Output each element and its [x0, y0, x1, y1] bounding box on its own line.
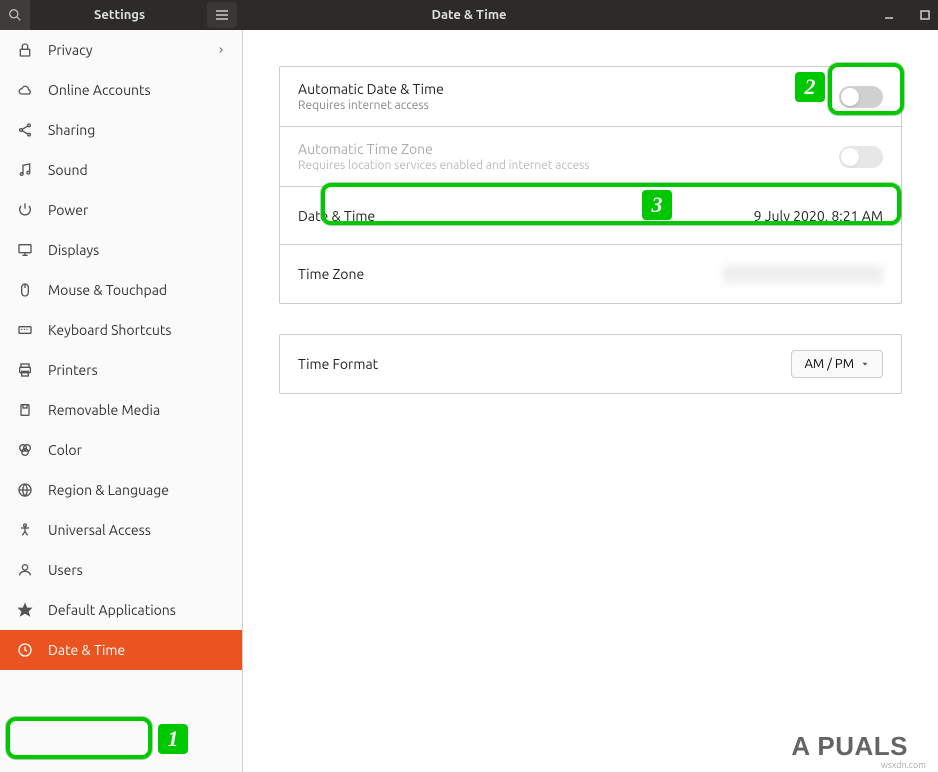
sidebar-item-removable-media[interactable]: Removable Media	[0, 390, 242, 430]
sidebar-item-label: Printers	[48, 362, 98, 378]
sidebar-item-label: Date & Time	[48, 642, 125, 658]
sidebar-item-label: Region & Language	[48, 482, 169, 498]
sidebar-item-color[interactable]: Color	[0, 430, 242, 470]
sidebar-item-label: Keyboard Shortcuts	[48, 322, 171, 338]
sidebar-item-label: Online Accounts	[48, 82, 151, 98]
sidebar-item-label: Sharing	[48, 122, 95, 138]
hamburger-icon	[215, 9, 229, 21]
sidebar-item-privacy[interactable]: Privacy	[0, 30, 242, 70]
sidebar-item-displays[interactable]: Displays	[0, 230, 242, 270]
sidebar-item-default-apps[interactable]: Default Applications	[0, 590, 242, 630]
row-text: Automatic Date & Time Requires internet …	[298, 81, 444, 112]
sidebar-item-label: Color	[48, 442, 82, 458]
sidebar-item-universal-access[interactable]: Universal Access	[0, 510, 242, 550]
auto-timezone-row: Automatic Time Zone Requires location se…	[280, 127, 901, 187]
sidebar-item-label: Privacy	[48, 42, 92, 58]
auto-datetime-sub: Requires internet access	[298, 99, 444, 112]
page-title: Date & Time	[431, 8, 506, 22]
auto-datetime-toggle[interactable]	[839, 86, 883, 108]
main-container: Privacy Online Accounts Sharing Sound Po…	[0, 30, 938, 772]
search-icon	[8, 8, 22, 22]
timeformat-row: Time Format AM / PM	[280, 335, 901, 393]
sidebar-item-label: Default Applications	[48, 602, 176, 618]
auto-datetime-title: Automatic Date & Time	[298, 81, 444, 97]
sidebar-item-label: Displays	[48, 242, 99, 258]
datetime-panel: Automatic Date & Time Requires internet …	[279, 66, 902, 304]
share-icon	[16, 122, 34, 138]
music-icon	[16, 162, 34, 178]
keyboard-icon	[16, 322, 34, 338]
search-button[interactable]	[0, 0, 30, 30]
display-icon	[16, 242, 34, 258]
window-controls	[884, 10, 930, 20]
auto-timezone-title: Automatic Time Zone	[298, 141, 590, 157]
sidebar-item-printers[interactable]: Printers	[0, 350, 242, 390]
color-icon	[16, 442, 34, 458]
user-icon	[16, 562, 34, 578]
datetime-title: Date & Time	[298, 208, 375, 224]
timezone-title: Time Zone	[298, 266, 364, 282]
watermark-sub: wsxdn.com	[881, 760, 926, 770]
sidebar-item-sharing[interactable]: Sharing	[0, 110, 242, 150]
format-panel: Time Format AM / PM	[279, 334, 902, 394]
power-icon	[16, 202, 34, 218]
media-icon	[16, 402, 34, 418]
mouse-icon	[16, 282, 34, 298]
chevron-right-icon	[216, 45, 226, 55]
sidebar-item-online-accounts[interactable]: Online Accounts	[0, 70, 242, 110]
datetime-value: 9 July 2020, 8:21 AM	[754, 208, 883, 224]
main-panel: Automatic Date & Time Requires internet …	[243, 30, 938, 772]
maximize-button[interactable]	[920, 10, 930, 20]
sidebar-item-keyboard[interactable]: Keyboard Shortcuts	[0, 310, 242, 350]
auto-timezone-toggle	[839, 146, 883, 168]
titlebar-left: Settings	[0, 0, 243, 30]
sidebar-item-label: Removable Media	[48, 402, 160, 418]
cloud-icon	[16, 82, 34, 98]
watermark: A PUALS	[791, 731, 908, 762]
auto-timezone-sub: Requires location services enabled and i…	[298, 159, 590, 172]
row-text: Automatic Time Zone Requires location se…	[298, 141, 590, 172]
menu-button[interactable]	[207, 2, 237, 28]
maximize-icon	[920, 10, 930, 20]
sidebar-item-mouse[interactable]: Mouse & Touchpad	[0, 270, 242, 310]
globe-icon	[16, 482, 34, 498]
sidebar-item-label: Power	[48, 202, 88, 218]
accessibility-icon	[16, 522, 34, 538]
sidebar-item-label: Users	[48, 562, 83, 578]
timeformat-title: Time Format	[298, 356, 378, 372]
sidebar-item-label: Mouse & Touchpad	[48, 282, 167, 298]
sidebar-item-users[interactable]: Users	[0, 550, 242, 590]
sidebar-item-sound[interactable]: Sound	[0, 150, 242, 190]
sidebar-item-label: Universal Access	[48, 522, 151, 538]
timeformat-value: AM / PM	[804, 357, 854, 371]
sidebar-item-label: Sound	[48, 162, 88, 178]
settings-title: Settings	[94, 8, 145, 22]
sidebar-item-date-time[interactable]: Date & Time	[0, 630, 242, 670]
minimize-button[interactable]	[884, 10, 894, 20]
printer-icon	[16, 362, 34, 378]
sidebar-item-region[interactable]: Region & Language	[0, 470, 242, 510]
auto-datetime-row[interactable]: Automatic Date & Time Requires internet …	[280, 67, 901, 127]
datetime-row[interactable]: Date & Time 9 July 2020, 8:21 AM	[280, 187, 901, 245]
timezone-value	[723, 265, 883, 283]
timeformat-select[interactable]: AM / PM	[791, 350, 883, 378]
titlebar: Settings Date & Time	[0, 0, 938, 30]
lock-icon	[16, 42, 34, 58]
sidebar: Privacy Online Accounts Sharing Sound Po…	[0, 30, 243, 772]
chevron-down-icon	[860, 359, 870, 369]
clock-icon	[16, 642, 34, 658]
minimize-icon	[884, 10, 894, 20]
timezone-row[interactable]: Time Zone	[280, 245, 901, 303]
sidebar-item-power[interactable]: Power	[0, 190, 242, 230]
star-icon	[16, 602, 34, 618]
